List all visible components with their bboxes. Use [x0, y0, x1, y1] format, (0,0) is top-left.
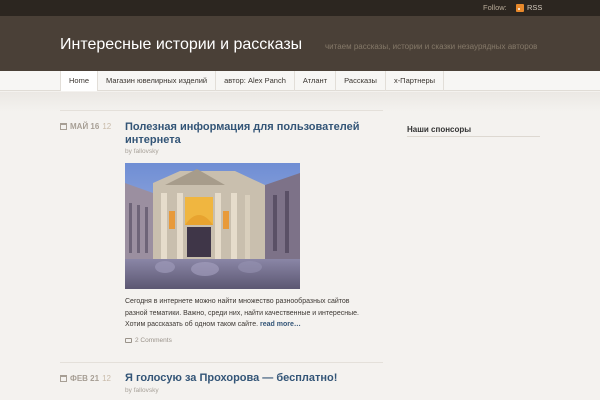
post-image[interactable]: [125, 163, 300, 289]
post-date-day: 12: [102, 374, 111, 383]
content-divider: [60, 110, 383, 111]
post-byline: by fallovsky: [125, 387, 159, 394]
nav-item-atlant[interactable]: Атлант: [293, 71, 335, 91]
nav-item-home[interactable]: Home: [60, 71, 98, 91]
site-description: читаем рассказы, истории и сказки незаур…: [325, 42, 538, 51]
post-date-month: ФЕВ 21: [70, 374, 100, 383]
post-byline: by fallovsky: [125, 148, 159, 155]
post-title[interactable]: Полезная информация для пользователей ин…: [125, 121, 359, 147]
post-excerpt-text: Сегодня в интернете можно найти множеств…: [125, 298, 359, 328]
follow-label: Follow:: [483, 3, 507, 12]
rss-link[interactable]: RSS: [516, 3, 542, 12]
calendar-icon: [60, 123, 67, 130]
post-title-line: интернета: [125, 134, 181, 146]
byline-prefix: by: [125, 148, 132, 155]
sidebar-title: Наши спонсоры: [407, 125, 472, 134]
post-excerpt: Сегодня в интернете можно найти множеств…: [125, 296, 365, 331]
post-title[interactable]: Я голосую за Прохорова — бесплатно!: [125, 372, 337, 385]
post-date-day: 12: [102, 122, 112, 131]
post-title-line: Я голосую за Прохорова — бесплатно!: [125, 372, 338, 384]
comment-icon: [125, 338, 132, 343]
calendar-icon: [60, 375, 67, 382]
sidebar-divider: [407, 136, 540, 137]
post-date: МАЙ 16 12: [60, 122, 111, 131]
post-author[interactable]: fallovsky: [134, 387, 159, 394]
nav-item-partners[interactable]: x-Партнеры: [384, 71, 445, 91]
read-more-link[interactable]: read more…: [260, 321, 301, 328]
comments-link[interactable]: 2 Comments: [125, 337, 172, 344]
post-date: ФЕВ 21 12: [60, 374, 111, 383]
comments-count: 2 Comments: [135, 337, 172, 344]
rss-icon: [516, 3, 524, 12]
post-author[interactable]: fallovsky: [134, 148, 159, 155]
post-divider: [60, 362, 383, 363]
byline-prefix: by: [125, 387, 132, 394]
nav-item-author[interactable]: автор: Alex Panch: [215, 71, 294, 91]
nav-item-jewelry-shop[interactable]: Магазин ювелирных изделий: [97, 71, 215, 91]
content-shade: [0, 92, 600, 112]
post-title-line: Полезная информация для пользователей: [125, 121, 360, 133]
post-date-month: МАЙ 16: [70, 122, 100, 131]
rss-label: RSS: [527, 3, 543, 12]
main-navigation: Home Магазин ювелирных изделий автор: Al…: [0, 71, 600, 91]
nav-item-stories[interactable]: Рассказы: [335, 71, 385, 91]
site-title[interactable]: Интересные истории и рассказы: [60, 36, 302, 54]
site-header: Интересные истории и рассказы читаем рас…: [0, 16, 600, 71]
nav-menu: Home Магазин ювелирных изделий автор: Al…: [60, 71, 445, 91]
top-bar: Follow: RSS: [0, 0, 600, 16]
